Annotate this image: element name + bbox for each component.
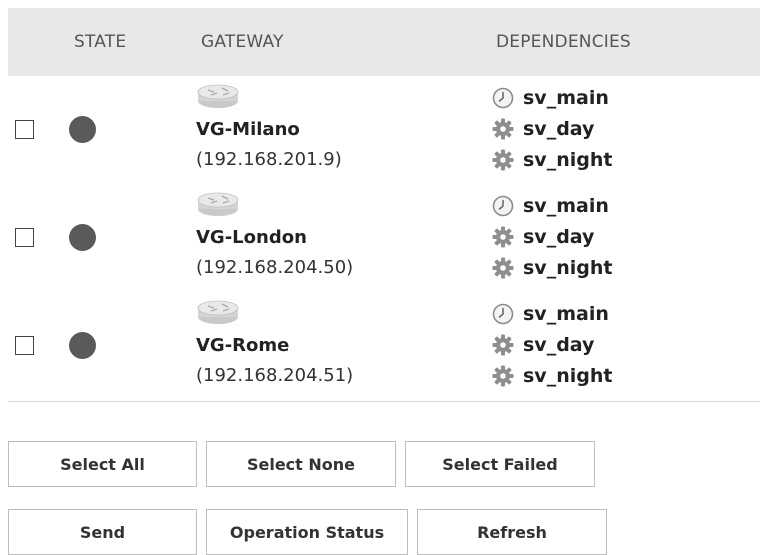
gateway-ip: (192.168.204.50) — [196, 257, 354, 278]
table-row: VG-Rome (192.168.204.51) sv_main sv_day … — [8, 293, 760, 402]
dependency-label: sv_night — [523, 257, 613, 279]
router-icon — [196, 191, 240, 217]
table-header: STATE GATEWAY DEPENDENCIES — [8, 8, 760, 76]
dependency-label: sv_main — [523, 87, 609, 109]
dependency-label: sv_main — [523, 303, 609, 325]
dependency-item[interactable]: sv_main — [491, 193, 609, 219]
dependency-item[interactable]: sv_day — [491, 224, 594, 250]
dependency-item[interactable]: sv_night — [491, 147, 612, 173]
dependency-label: sv_day — [523, 334, 595, 356]
gear-icon — [491, 256, 515, 280]
send-button[interactable]: Send — [8, 509, 197, 555]
gateway-ip: (192.168.204.51) — [196, 365, 354, 386]
gateway-name: VG-Rome — [196, 335, 290, 356]
router-icon — [196, 83, 240, 109]
row-checkbox[interactable] — [15, 228, 34, 247]
header-gateway: GATEWAY — [201, 32, 284, 52]
dependency-label: sv_night — [523, 365, 613, 387]
gear-icon — [491, 148, 515, 172]
gear-icon — [491, 117, 515, 141]
operation-status-button[interactable]: Operation Status — [206, 509, 408, 555]
gateway-name: VG-Milano — [196, 119, 300, 140]
state-indicator — [69, 332, 96, 359]
dependency-item[interactable]: sv_day — [491, 332, 594, 358]
gateway-ip: (192.168.201.9) — [196, 149, 342, 170]
clock-icon — [491, 86, 515, 110]
state-indicator — [69, 116, 96, 143]
header-dependencies: DEPENDENCIES — [496, 32, 631, 52]
table-row: VG-London (192.168.204.50) sv_main sv_da… — [8, 185, 760, 294]
dependency-label: sv_night — [523, 149, 613, 171]
dependency-label: sv_day — [523, 226, 595, 248]
select-all-button[interactable]: Select All — [8, 441, 197, 487]
dependency-label: sv_main — [523, 195, 609, 217]
select-none-button[interactable]: Select None — [206, 441, 396, 487]
clock-icon — [491, 302, 515, 326]
gateway-name: VG-London — [196, 227, 307, 248]
row-checkbox[interactable] — [15, 336, 34, 355]
select-failed-button[interactable]: Select Failed — [405, 441, 595, 487]
gear-icon — [491, 364, 515, 388]
dependency-item[interactable]: sv_day — [491, 116, 594, 142]
gear-icon — [491, 333, 515, 357]
row-checkbox[interactable] — [15, 120, 34, 139]
dependency-item[interactable]: sv_night — [491, 255, 612, 281]
dependency-label: sv_day — [523, 118, 595, 140]
dependency-item[interactable]: sv_main — [491, 301, 609, 327]
dependency-item[interactable]: sv_night — [491, 363, 612, 389]
dependency-item[interactable]: sv_main — [491, 85, 609, 111]
refresh-button[interactable]: Refresh — [417, 509, 607, 555]
table-row: VG-Milano (192.168.201.9) sv_main sv_day… — [8, 77, 760, 186]
state-indicator — [69, 224, 96, 251]
gear-icon — [491, 225, 515, 249]
clock-icon — [491, 194, 515, 218]
header-state: STATE — [74, 32, 127, 52]
router-icon — [196, 299, 240, 325]
